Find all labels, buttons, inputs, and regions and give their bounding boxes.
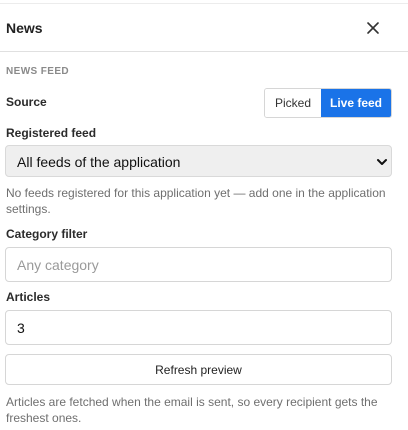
- registered-feed-value: All feeds of the application: [17, 154, 181, 170]
- panel-header: News: [0, 4, 408, 52]
- source-option-live-feed[interactable]: Live feed: [321, 89, 391, 117]
- section-title-news-feed: NEWS FEED: [6, 66, 70, 77]
- articles-count-input[interactable]: [5, 310, 392, 345]
- category-filter-label: Category filter: [6, 227, 88, 241]
- registered-feed-select[interactable]: All feeds of the application: [5, 145, 392, 177]
- category-filter-input[interactable]: [5, 247, 392, 282]
- chevron-down-icon: [376, 156, 388, 168]
- panel-title: News: [6, 20, 43, 36]
- articles-label: Articles: [6, 290, 51, 304]
- source-toggle: Picked Live feed: [264, 88, 392, 118]
- news-settings-panel: News NEWS FEED Source Picked Live feed R…: [0, 0, 408, 430]
- registered-feed-help: No feeds registered for this application…: [6, 186, 386, 216]
- refresh-help: Articles are fetched when the email is s…: [6, 395, 378, 425]
- close-icon: [367, 22, 379, 34]
- close-button[interactable]: [362, 17, 384, 39]
- refresh-preview-button[interactable]: Refresh preview: [5, 354, 392, 385]
- source-label: Source: [6, 95, 47, 109]
- registered-feed-label: Registered feed: [6, 126, 97, 140]
- source-option-picked[interactable]: Picked: [265, 89, 321, 117]
